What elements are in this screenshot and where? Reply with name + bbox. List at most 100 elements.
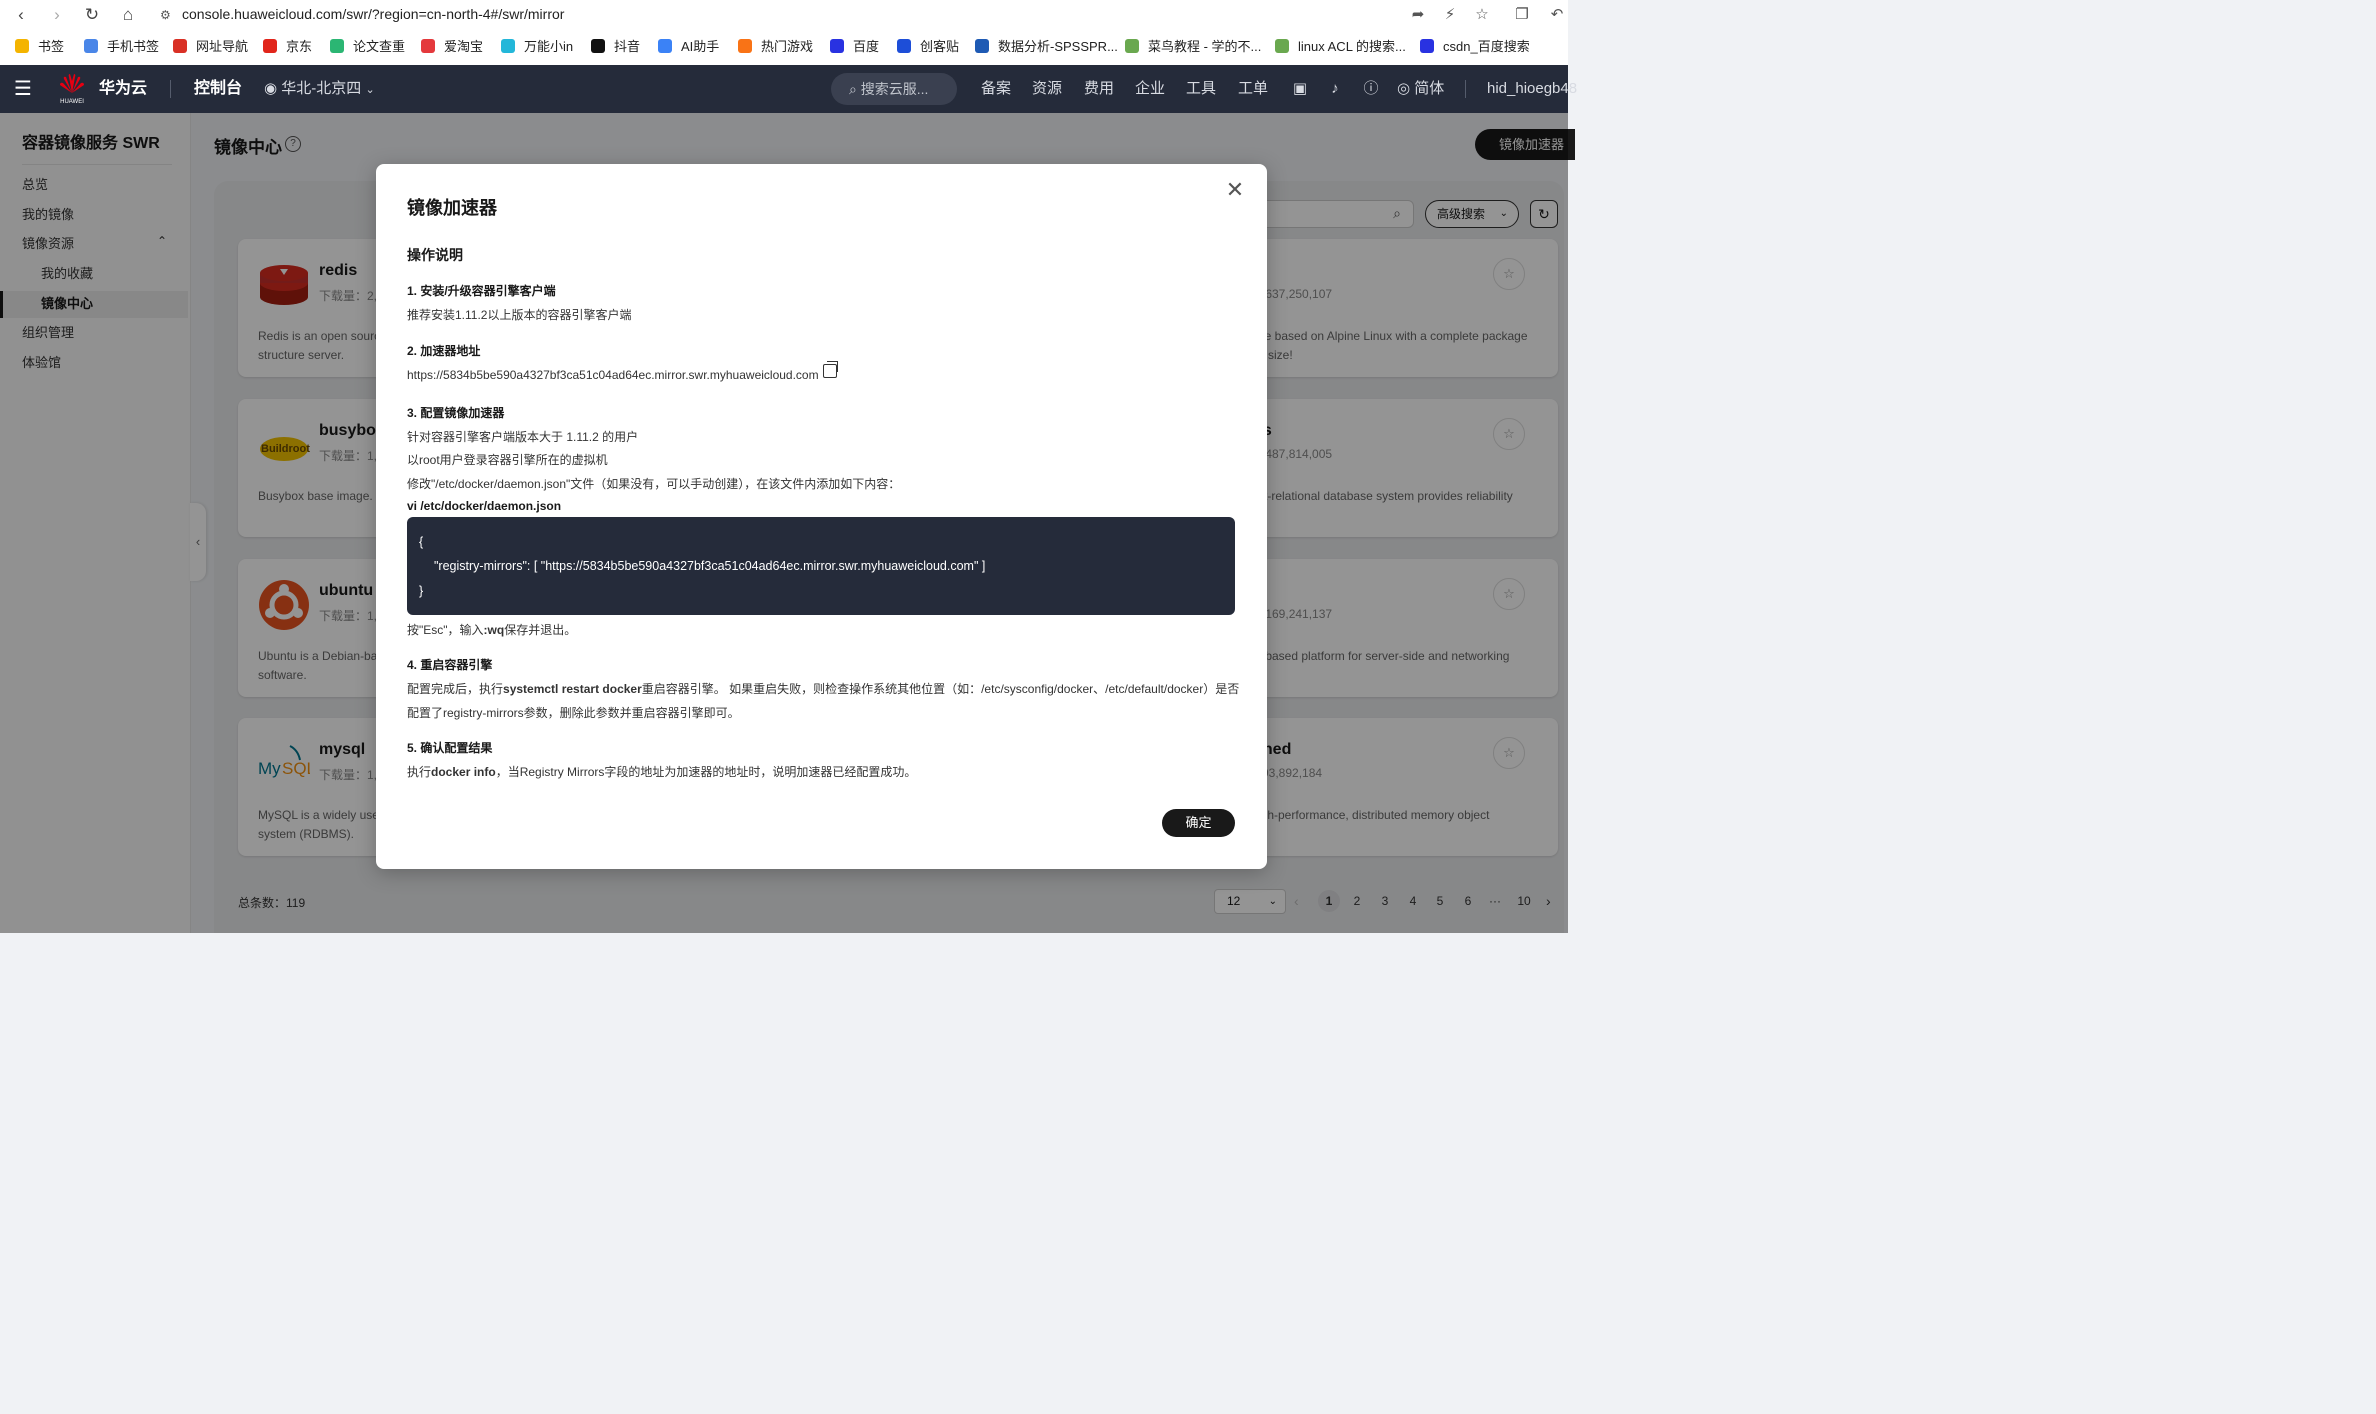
bookmark-label: AI助手 bbox=[681, 39, 720, 54]
bell-icon[interactable]: ♪ bbox=[1325, 79, 1345, 99]
console-topnav: ☰ HUAWEI 华为云 控制台 ◉ 华北-北京四 ⌄ ⌕ 搜索云服... 备案… bbox=[0, 65, 1577, 113]
bookmark-item[interactable]: 热门游戏 bbox=[738, 38, 813, 56]
user-menu[interactable]: hid_hioegb48 bbox=[1487, 65, 1577, 113]
bookmark-item[interactable]: 京东 bbox=[263, 38, 312, 56]
topnav-link[interactable]: 工单 bbox=[1238, 65, 1268, 113]
topnav-link[interactable]: 资源 bbox=[1032, 65, 1062, 113]
star-icon bbox=[15, 39, 29, 53]
browser-toolbar: ‹ › ↻ ⌂ ⚙ console.huaweicloud.com/swr/?re… bbox=[0, 0, 1568, 30]
step3-after-b: :wq bbox=[483, 623, 505, 637]
code-line: "registry-mirrors": [ "https://5834b5be5… bbox=[434, 559, 986, 573]
bookmark-label: 热门游戏 bbox=[761, 39, 814, 54]
xiaoin-icon bbox=[501, 39, 515, 53]
reload-icon[interactable]: ↻ bbox=[81, 4, 103, 26]
spss-icon bbox=[975, 39, 989, 53]
brand-name[interactable]: 华为云 bbox=[99, 65, 147, 113]
bookmark-item[interactable]: 手机书签 bbox=[84, 38, 159, 56]
game-icon bbox=[738, 39, 752, 53]
bookmark-item[interactable]: 菜鸟教程 - 学的不... bbox=[1125, 38, 1261, 56]
step4-a: 配置完成后，执行 bbox=[407, 682, 504, 696]
confirm-button[interactable]: 确定 bbox=[1162, 809, 1235, 837]
bolt-icon[interactable]: ⚡ bbox=[1439, 4, 1461, 26]
region-label: 华北-北京四 bbox=[281, 80, 362, 97]
address-bar[interactable]: ⚙ console.huaweicloud.com/swr/?region=cn-… bbox=[150, 2, 1500, 27]
topnav-link[interactable]: 备案 bbox=[981, 65, 1011, 113]
step2-title: 2. 加速器地址 bbox=[407, 344, 481, 358]
copy-icon[interactable] bbox=[823, 361, 838, 378]
help-icon[interactable]: ⓘ bbox=[1361, 79, 1381, 99]
bookmark-item[interactable]: csdn_百度搜索 bbox=[1420, 38, 1530, 56]
bookmark-item[interactable]: 抖音 bbox=[591, 38, 640, 56]
bookmark-star-icon[interactable]: ☆ bbox=[1471, 4, 1493, 26]
bookmark-item[interactable]: 创客贴 bbox=[897, 38, 959, 56]
bookmark-item[interactable]: 网址导航 bbox=[173, 38, 248, 56]
bookmark-label: linux ACL 的搜索... bbox=[1298, 39, 1406, 54]
step5-b: docker info bbox=[431, 765, 496, 779]
home-icon[interactable]: ⌂ bbox=[117, 4, 139, 26]
nav-icon bbox=[173, 39, 187, 53]
close-icon[interactable]: ✕ bbox=[1224, 179, 1246, 201]
runoob-icon bbox=[1275, 39, 1289, 53]
bookmark-label: 手机书签 bbox=[107, 39, 160, 54]
bookmark-label: 创客贴 bbox=[920, 39, 960, 54]
bookmark-label: csdn_百度搜索 bbox=[1443, 39, 1530, 54]
huawei-logo[interactable]: HUAWEI bbox=[58, 73, 86, 105]
region-selector[interactable]: ◉ 华北-北京四 ⌄ bbox=[264, 65, 375, 113]
taobao-icon bbox=[421, 39, 435, 53]
accelerator-dialog: 镜像加速器 ✕ 操作说明 1. 安装/升级容器引擎客户端 推荐安装1.11.2以… bbox=[376, 164, 1267, 869]
step5-line: 执行docker info，当Registry Mirrors字段的地址为加速器… bbox=[407, 763, 916, 780]
code-block: { "registry-mirrors": [ "https://5834b5b… bbox=[407, 517, 1235, 615]
step4-line2: 配置了registry-mirrors参数，删除此参数并重启容器引擎即可。 bbox=[407, 706, 740, 720]
bookmark-label: 数据分析-SPSSPR... bbox=[998, 39, 1118, 54]
step3-after-a: 按"Esc"，输入 bbox=[407, 623, 484, 637]
bookmark-item[interactable]: 数据分析-SPSSPR... bbox=[975, 38, 1118, 56]
globe-icon: ◎ bbox=[1397, 80, 1411, 97]
code-close: } bbox=[419, 584, 424, 598]
topnav-link[interactable]: 费用 bbox=[1084, 65, 1114, 113]
bookmark-label: 网址导航 bbox=[196, 39, 249, 54]
copy-icon-back bbox=[827, 361, 838, 372]
language-selector[interactable]: ◎ 简体 bbox=[1397, 65, 1444, 113]
topnav-link[interactable]: 企业 bbox=[1135, 65, 1165, 113]
site-info-icon[interactable]: ⚙ bbox=[160, 3, 174, 28]
step3-text1: 针对容器引擎客户端版本大于 1.11.2 的用户 bbox=[407, 430, 639, 444]
bookmark-item[interactable]: 万能小in bbox=[501, 38, 573, 56]
divider bbox=[170, 80, 171, 98]
cloud-search-placeholder: 搜索云服... bbox=[860, 81, 929, 97]
bookmark-item[interactable]: AI助手 bbox=[658, 38, 719, 56]
cloud-shell-icon[interactable]: ▣ bbox=[1290, 79, 1310, 99]
topnav-link[interactable]: 工具 bbox=[1186, 65, 1216, 113]
share-icon[interactable]: ➦ bbox=[1407, 4, 1429, 26]
baidu-icon bbox=[830, 39, 844, 53]
cloud-search-input[interactable]: ⌕ 搜索云服... bbox=[831, 73, 957, 105]
step3-after: 按"Esc"，输入:wq保存并退出。 bbox=[407, 621, 576, 638]
step5-c: ，当Registry Mirrors字段的地址为加速器的地址时，说明加速器已经配… bbox=[495, 765, 917, 779]
menu-icon[interactable]: ☰ bbox=[14, 65, 32, 113]
accelerator-url: https://5834b5be590a4327bf3ca51c04ad64ec… bbox=[407, 368, 819, 382]
bookmark-label: 京东 bbox=[286, 39, 313, 54]
chevron-down-icon: ⌄ bbox=[365, 84, 375, 96]
bookmark-label: 万能小in bbox=[524, 39, 574, 54]
step3-command: vi /etc/docker/daemon.json bbox=[407, 499, 562, 513]
step4-title: 4. 重启容器引擎 bbox=[407, 658, 493, 672]
location-pin-icon: ◉ bbox=[264, 80, 278, 97]
forward-icon[interactable]: › bbox=[46, 4, 68, 26]
step1-title: 1. 安装/升级容器引擎客户端 bbox=[407, 284, 556, 298]
browser-chrome: ‹ › ↻ ⌂ ⚙ console.huaweicloud.com/swr/?re… bbox=[0, 0, 1568, 65]
ai-icon bbox=[658, 39, 672, 53]
step3-text2: 以root用户登录容器引擎所在的虚拟机 bbox=[407, 453, 608, 467]
step4-b: systemctl restart docker bbox=[503, 682, 642, 696]
bookmark-item[interactable]: 百度 bbox=[830, 38, 879, 56]
bookmark-item[interactable]: linux ACL 的搜索... bbox=[1275, 38, 1406, 56]
bookmark-item[interactable]: 书签 bbox=[15, 38, 64, 56]
bookmark-label: 爱淘宝 bbox=[444, 39, 484, 54]
bookmark-item[interactable]: 爱淘宝 bbox=[421, 38, 483, 56]
back-icon[interactable]: ‹ bbox=[10, 4, 32, 26]
dialog-title: 镜像加速器 bbox=[407, 198, 497, 218]
undo-icon[interactable]: ↶ bbox=[1546, 4, 1568, 26]
dialog-section-title: 操作说明 bbox=[407, 247, 463, 263]
extensions-icon[interactable]: ❐ bbox=[1511, 4, 1533, 26]
bookmark-item[interactable]: 论文查重 bbox=[330, 38, 405, 56]
console-link[interactable]: 控制台 bbox=[194, 65, 242, 113]
step4-line1: 配置完成后，执行systemctl restart docker重启容器引擎。 … bbox=[407, 680, 1239, 697]
